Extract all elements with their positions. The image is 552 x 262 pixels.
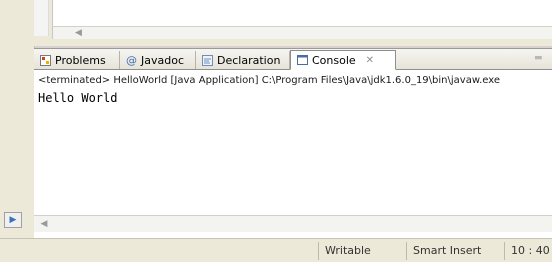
- editor-gutter: [34, 0, 49, 36]
- editor-text-area[interactable]: [52, 0, 552, 26]
- tab-label: Console: [312, 53, 356, 67]
- console-horizontal-scrollbar[interactable]: ◀: [34, 215, 552, 232]
- left-trim-strip: ▶: [0, 46, 35, 240]
- tab-javadoc[interactable]: @ Javadoc: [120, 51, 196, 69]
- scroll-left-icon[interactable]: ◀: [75, 27, 82, 39]
- console-icon: [297, 54, 308, 65]
- tab-label: Declaration: [217, 53, 281, 67]
- status-bar: Writable Smart Insert 10 : 40: [0, 238, 552, 262]
- console-output-text[interactable]: Hello World: [38, 91, 117, 105]
- tab-label: Problems: [55, 53, 106, 67]
- problems-icon: [40, 54, 51, 66]
- console-view-panel: Problems @ Javadoc Declaration Console ✕…: [34, 48, 552, 239]
- scroll-left-icon[interactable]: ◀: [38, 218, 50, 230]
- close-icon[interactable]: ✕: [366, 55, 374, 66]
- view-menu-icon[interactable]: ▬: [534, 53, 546, 63]
- tab-console[interactable]: Console ✕: [290, 50, 396, 70]
- tab-label: Javadoc: [141, 53, 184, 67]
- tab-declaration[interactable]: Declaration: [196, 51, 290, 69]
- status-insert-mode: Smart Insert: [406, 242, 504, 260]
- view-tab-bar: Problems @ Javadoc Declaration Console ✕…: [34, 49, 552, 70]
- at-icon: @: [126, 53, 137, 67]
- declaration-icon: [202, 54, 213, 66]
- editor-horizontal-scrollbar[interactable]: ◀: [52, 26, 552, 39]
- status-writable: Writable: [318, 242, 406, 260]
- terminated-status-line: <terminated> HelloWorld [Java Applicatio…: [38, 75, 501, 86]
- tab-problems[interactable]: Problems: [34, 51, 120, 69]
- expand-arrow-icon[interactable]: ▶: [4, 212, 22, 228]
- status-cursor-position: 10 : 40: [504, 242, 552, 260]
